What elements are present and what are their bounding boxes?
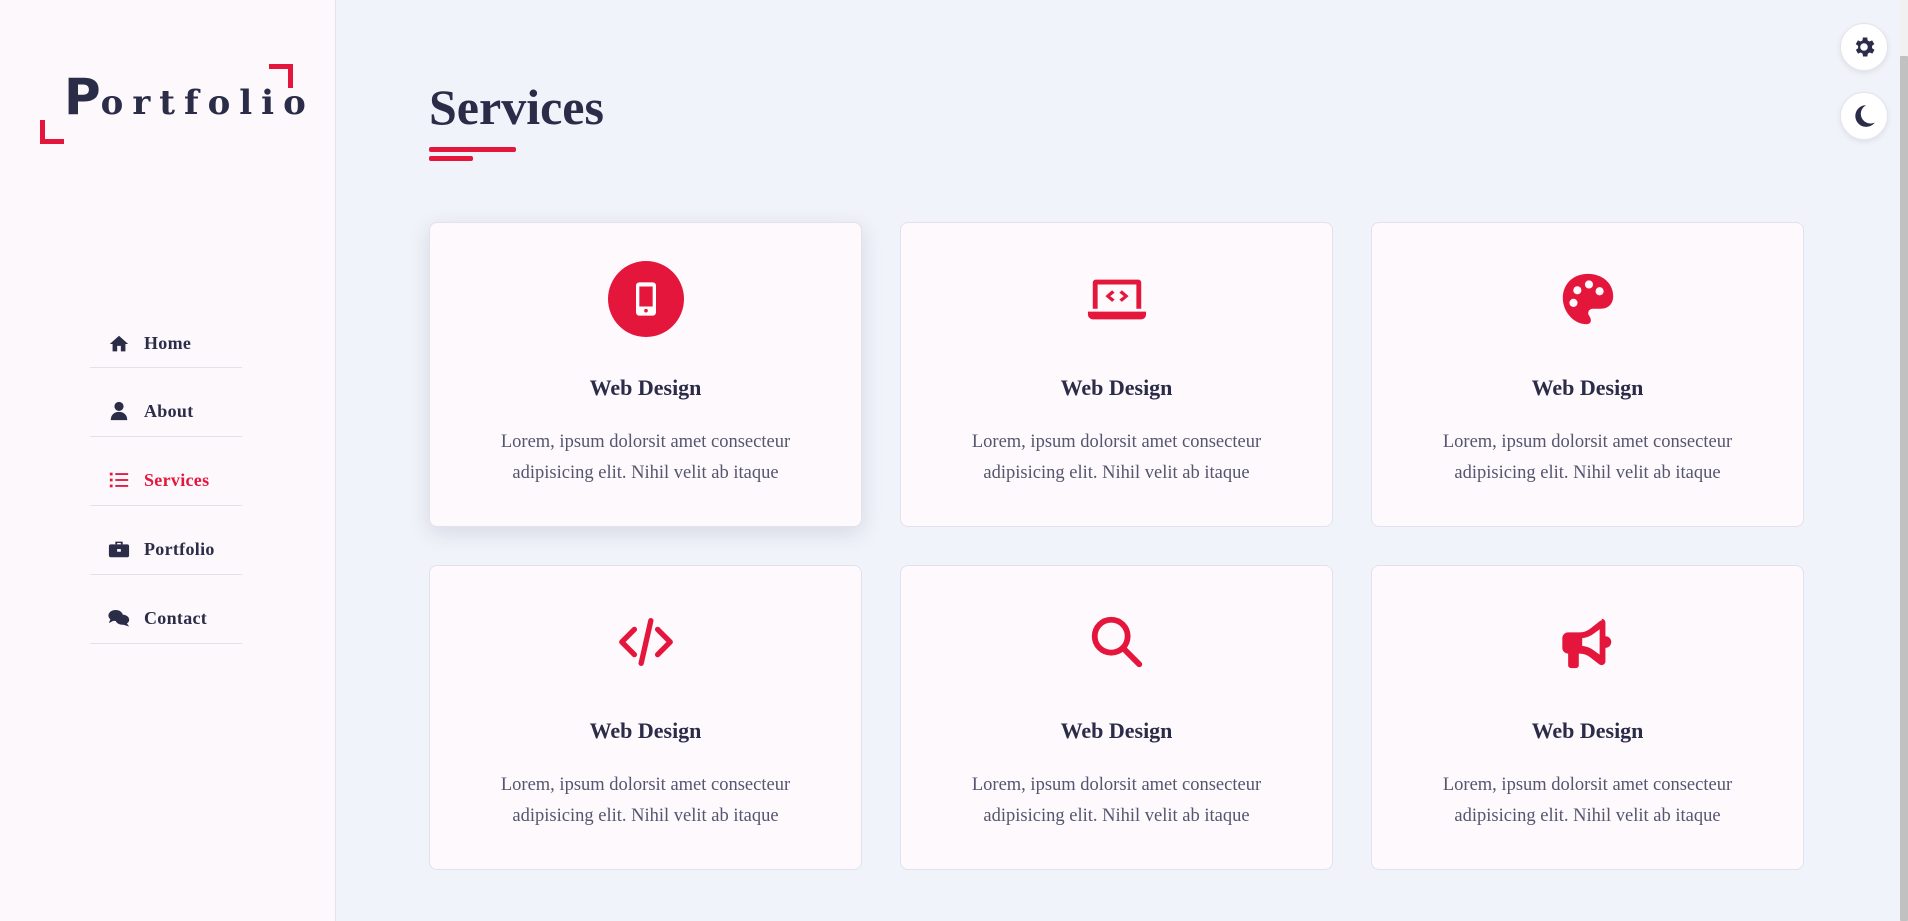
service-card[interactable]: Web Design Lorem, ipsum dolorsit amet co…	[900, 222, 1333, 527]
moon-icon	[1851, 103, 1877, 129]
sidebar-item-label: Home	[144, 333, 192, 353]
title-underline-short	[429, 156, 473, 161]
service-card-title: Web Design	[1531, 718, 1644, 743]
sidebar-item-about[interactable]: About	[90, 368, 242, 437]
service-card[interactable]: Web Design Lorem, ipsum dolorsit amet co…	[429, 565, 862, 870]
scrollbar-track[interactable]	[1900, 0, 1908, 921]
user-icon	[108, 400, 130, 422]
service-card-text: Lorem, ipsum dolorsit amet consecteur ad…	[971, 775, 1262, 826]
theme-toggle-button[interactable]	[1840, 92, 1888, 140]
megaphone-icon	[1550, 604, 1626, 680]
logo-rest: ortfolio	[100, 83, 315, 123]
code-icon	[608, 604, 684, 680]
palette-icon	[1550, 261, 1626, 337]
page-title: Services	[429, 79, 604, 135]
service-card-title: Web Design	[1531, 375, 1644, 400]
service-card[interactable]: Web Design Lorem, ipsum dolorsit amet co…	[1371, 222, 1804, 527]
logo[interactable]: Portfolio	[40, 64, 306, 144]
services-grid: Web Design Lorem, ipsum dolorsit amet co…	[429, 222, 1805, 870]
list-icon	[108, 469, 130, 491]
comments-icon	[108, 607, 130, 629]
service-card[interactable]: Web Design Lorem, ipsum dolorsit amet co…	[429, 222, 862, 527]
service-card[interactable]: Web Design Lorem, ipsum dolorsit amet co…	[900, 565, 1333, 870]
scrollbar-thumb[interactable]	[1900, 56, 1908, 921]
service-card-title: Web Design	[1060, 718, 1173, 743]
home-icon	[108, 333, 130, 355]
service-card-text: Lorem, ipsum dolorsit amet consecteur ad…	[500, 775, 791, 826]
sidebar-item-portfolio[interactable]: Portfolio	[90, 506, 242, 575]
service-card-text: Lorem, ipsum dolorsit amet consecteur ad…	[971, 432, 1262, 483]
service-card-text: Lorem, ipsum dolorsit amet consecteur ad…	[1442, 432, 1733, 483]
service-card-title: Web Design	[1060, 375, 1173, 400]
briefcase-icon	[108, 538, 130, 560]
logo-first-letter: P	[64, 68, 101, 126]
sidebar-item-contact[interactable]: Contact	[90, 575, 242, 644]
laptop-code-icon	[1079, 261, 1155, 337]
service-card-text: Lorem, ipsum dolorsit amet consecteur ad…	[1442, 775, 1733, 826]
service-card[interactable]: Web Design Lorem, ipsum dolorsit amet co…	[1371, 565, 1804, 870]
sidebar-item-label: Services	[144, 469, 210, 490]
logo-text: Portfolio	[64, 72, 315, 122]
mobile-icon	[607, 261, 684, 337]
service-card-title: Web Design	[589, 718, 702, 743]
sidebar: Portfolio Home About Services Portfolio	[0, 0, 336, 921]
sidebar-item-label: Portfolio	[144, 538, 215, 559]
search-icon	[1079, 604, 1155, 680]
sidebar-item-label: Contact	[144, 607, 208, 628]
sidebar-nav: Home About Services Portfolio Contact	[90, 320, 242, 644]
gear-icon	[1851, 34, 1877, 60]
logo-corner-bottom-left	[40, 120, 64, 144]
title-underline	[429, 147, 516, 152]
service-card-title: Web Design	[589, 375, 702, 400]
settings-button[interactable]	[1840, 23, 1888, 71]
sidebar-item-services[interactable]: Services	[90, 437, 242, 506]
service-card-text: Lorem, ipsum dolorsit amet consecteur ad…	[500, 432, 791, 483]
sidebar-item-home[interactable]: Home	[90, 320, 242, 368]
main-content: Services Web Design Lorem, ipsum dolorsi…	[336, 0, 1908, 921]
sidebar-item-label: About	[144, 400, 194, 421]
